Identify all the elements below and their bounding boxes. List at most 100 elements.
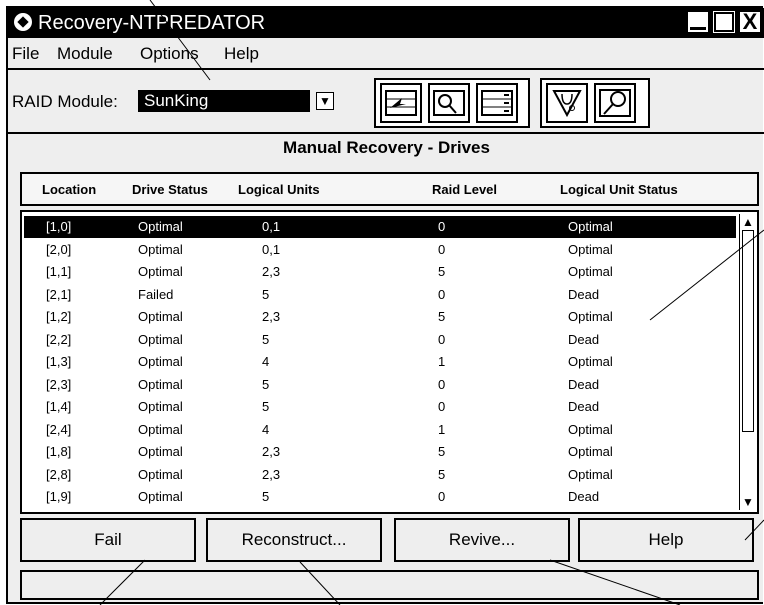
- table-cell: Optimal: [568, 264, 613, 279]
- fail-button-label: Fail: [94, 530, 122, 549]
- toolbar: RAID Module: SunKing ▼: [8, 68, 764, 134]
- revive-button-label: Revive...: [448, 530, 516, 549]
- header-logical-units: Logical Units: [238, 182, 320, 197]
- table-cell: 0: [438, 286, 446, 302]
- window-title: Recovery-NTPREDATOR: [38, 12, 266, 34]
- table-cell: 0: [438, 489, 446, 504]
- table-cell: 2,3: [262, 264, 281, 279]
- table-cell: 4: [262, 421, 270, 437]
- table-cell: Optimal: [138, 241, 183, 257]
- table-cell: 1: [438, 421, 446, 437]
- table-cell: [2,1]: [46, 286, 72, 302]
- help-button[interactable]: Help: [578, 518, 754, 562]
- menu-file[interactable]: File: [12, 44, 39, 64]
- table-cell: Optimal: [568, 241, 613, 257]
- table-cell: Optimal: [138, 219, 183, 234]
- close-icon[interactable]: X: [740, 11, 760, 33]
- table-cell: 0,1: [262, 219, 281, 234]
- table-cell: Dead: [568, 399, 600, 414]
- scroll-thumb[interactable]: [742, 230, 754, 432]
- table-cell: [2,3]: [46, 376, 72, 392]
- chevron-down-icon[interactable]: ▼: [316, 92, 334, 110]
- table-cell: 5: [262, 286, 270, 302]
- table-cell: [1,9]: [46, 489, 72, 504]
- header-location: Location: [42, 182, 97, 197]
- header-logical-unit-status: Logical Unit Status: [560, 182, 678, 197]
- section-title: Manual Recovery - Drives: [283, 138, 490, 157]
- table-cell: Optimal: [568, 444, 613, 459]
- toolbar-group-left: [374, 78, 530, 128]
- drives-list[interactable]: [1,0] Optimal 0,1 0 Optimal [2,0] Optimal 0,1 0 O…: [20, 210, 759, 514]
- menu-module[interactable]: Module: [57, 44, 113, 64]
- table-cell: 5: [438, 466, 446, 482]
- table-row[interactable]: [2,3] Optimal 5 0 Dead: [24, 374, 736, 396]
- table-row[interactable]: [2,8] Optimal 2,3 5 Optimal: [24, 464, 736, 486]
- table-cell: Dead: [568, 376, 600, 392]
- table-cell: 0: [438, 399, 446, 414]
- reconstruct-button[interactable]: Reconstruct...: [206, 518, 382, 562]
- table-cell: [1,0]: [46, 219, 72, 234]
- table-cell: 0: [438, 376, 446, 392]
- about-icon[interactable]: [594, 83, 636, 123]
- table-row[interactable]: [2,0] Optimal 0,1 0 Optimal: [24, 239, 736, 261]
- raid-module-select[interactable]: SunKing: [138, 90, 310, 112]
- table-cell: 0,1: [262, 241, 281, 257]
- table-cell: 5: [438, 444, 446, 459]
- table-cell: Optimal: [138, 466, 183, 482]
- table-cell: Optimal: [138, 331, 183, 347]
- table-header: Location Drive Status Logical Units Raid…: [20, 172, 759, 206]
- scroll-down-icon[interactable]: ▼: [741, 495, 755, 509]
- recovery-icon[interactable]: [476, 83, 518, 123]
- maintenance-icon[interactable]: [546, 83, 588, 123]
- table-cell: 5: [438, 264, 446, 279]
- table-row[interactable]: [2,2] Optimal 5 0 Dead: [24, 329, 736, 351]
- app-icon[interactable]: [14, 13, 32, 31]
- table-cell: Optimal: [568, 466, 613, 482]
- table-cell: 0: [438, 219, 446, 234]
- minimize-icon[interactable]: [688, 12, 708, 32]
- table-row[interactable]: [2,4] Optimal 4 1 Optimal: [24, 419, 736, 441]
- table-cell: Optimal: [138, 354, 183, 369]
- table-row[interactable]: [1,9] Optimal 5 0 Dead: [24, 486, 736, 508]
- table-cell: [2,8]: [46, 466, 72, 482]
- help-button-label: Help: [648, 530, 684, 549]
- table-cell: 2,3: [262, 444, 281, 459]
- table-row[interactable]: [1,2] Optimal 2,3 5 Optimal: [24, 306, 736, 328]
- status-icon[interactable]: [428, 83, 470, 123]
- table-cell: [2,0]: [46, 241, 72, 257]
- table-cell: 5: [262, 331, 270, 347]
- table-row[interactable]: [1,8] Optimal 2,3 5 Optimal: [24, 441, 736, 463]
- menu-help[interactable]: Help: [224, 44, 259, 64]
- table-row[interactable]: [2,1] Failed 5 0 Dead: [24, 284, 736, 306]
- table-cell: Optimal: [568, 219, 613, 234]
- table-cell: Optimal: [568, 421, 613, 437]
- table-cell: [1,4]: [46, 399, 72, 414]
- scrollbar[interactable]: ▲ ▼: [739, 214, 755, 510]
- table-cell: Optimal: [138, 421, 183, 437]
- table-row[interactable]: [1,4] Optimal 5 0 Dead: [24, 396, 736, 418]
- maximize-icon[interactable]: [713, 11, 735, 33]
- table-cell: [1,1]: [46, 264, 72, 279]
- table-cell: 5: [262, 399, 270, 414]
- fail-button[interactable]: Fail: [20, 518, 196, 562]
- table-cell: Optimal: [138, 309, 183, 324]
- table-row[interactable]: [1,0] Optimal 0,1 0 Optimal: [24, 216, 736, 238]
- table-cell: Optimal: [138, 489, 183, 504]
- table-cell: Optimal: [138, 444, 183, 459]
- table-cell: 2,3: [262, 309, 281, 324]
- table-cell: Optimal: [138, 264, 183, 279]
- table-cell: Optimal: [138, 399, 183, 414]
- table-row[interactable]: [1,1] Optimal 2,3 5 Optimal: [24, 261, 736, 283]
- scroll-up-icon[interactable]: ▲: [741, 215, 755, 229]
- configuration-icon[interactable]: [380, 83, 422, 123]
- status-bar: [20, 570, 759, 600]
- revive-button[interactable]: Revive...: [394, 518, 570, 562]
- table-cell: Dead: [568, 331, 600, 347]
- action-buttons: Fail Reconstruct... Revive... Help: [20, 518, 764, 562]
- table-cell: 0: [438, 241, 446, 257]
- menu-options[interactable]: Options: [140, 44, 199, 64]
- header-raid-level: Raid Level: [432, 182, 498, 197]
- toolbar-group-right: [540, 78, 650, 128]
- table-row[interactable]: [1,3] Optimal 4 1 Optimal: [24, 351, 736, 373]
- table-cell: Dead: [568, 489, 600, 504]
